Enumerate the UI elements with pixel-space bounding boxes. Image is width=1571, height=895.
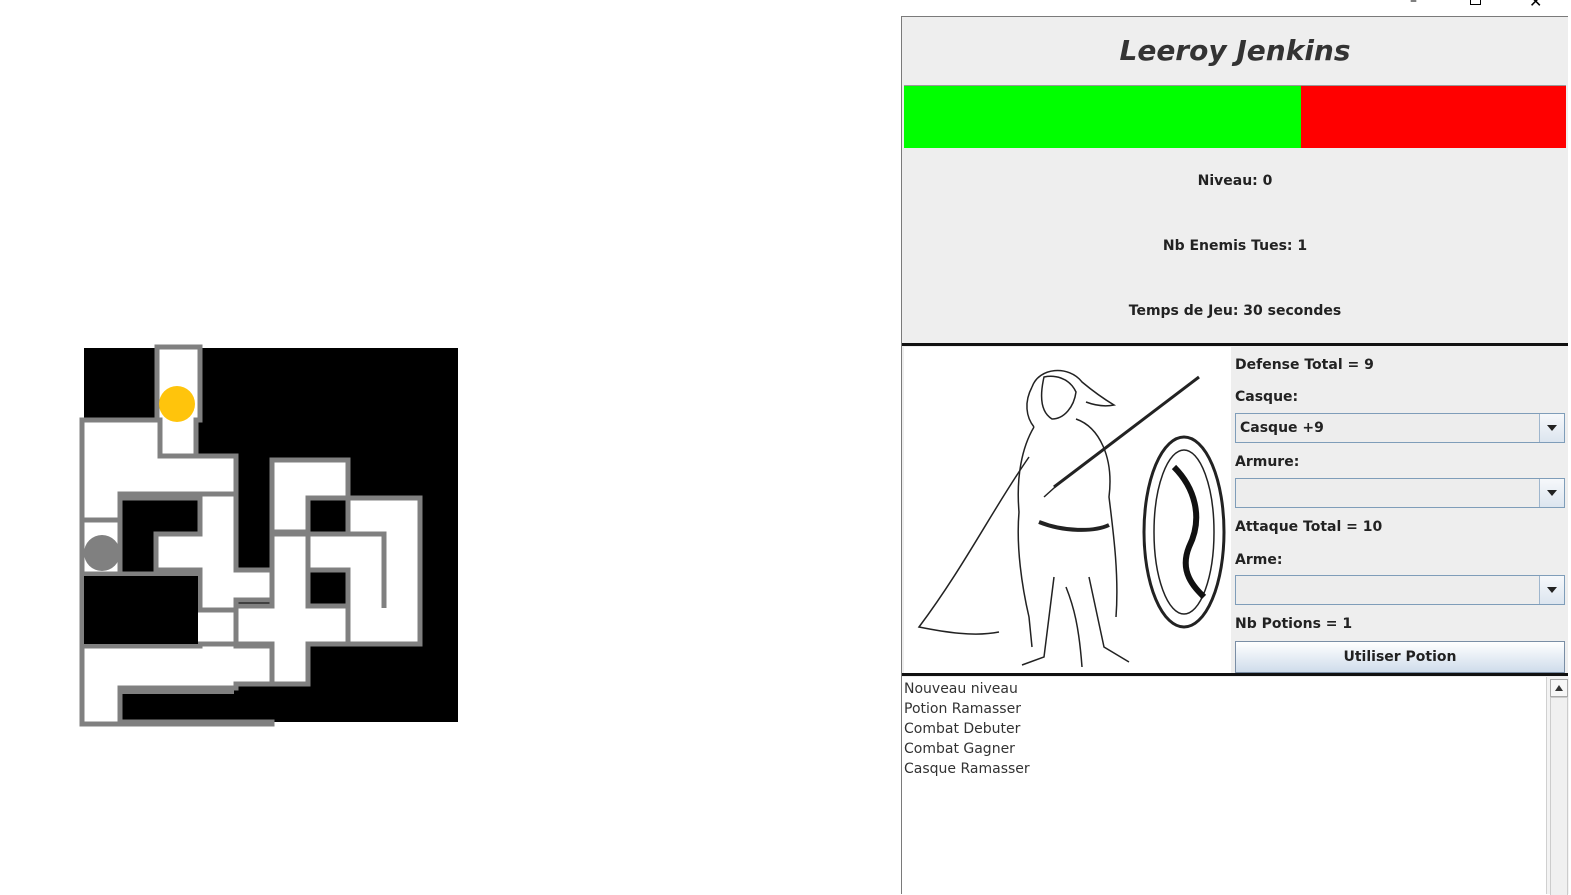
enemy-token [84,535,120,571]
helmet-select-value: Casque +9 [1240,420,1324,436]
game-side-panel: Leeroy Jenkins Niveau: 0 Nb Enemis Tues:… [901,16,1569,895]
health-bar-fill [904,86,1301,148]
health-bar-missing [1301,86,1566,148]
log-entry: Combat Gagner [904,741,1015,757]
chevron-down-icon[interactable] [1539,479,1564,507]
player-token [159,386,195,422]
weapon-label: Arme: [1235,552,1283,568]
chevron-up-icon[interactable] [1550,679,1568,697]
log-entry: Potion Ramasser [904,701,1021,717]
close-button[interactable]: ✕ [1529,0,1542,10]
attack-total: Attaque Total = 10 [1235,519,1383,535]
log-entry: Casque Ramasser [904,761,1030,777]
minimize-button[interactable]: – [1410,0,1417,8]
event-log[interactable]: Nouveau niveau Potion Ramasser Combat Debu… [902,677,1546,894]
maze-wall-block [84,576,198,644]
play-time-label: Temps de Jeu: 30 secondes [1128,303,1342,319]
hero-portrait-icon [904,347,1231,673]
health-bar [904,85,1566,148]
maximize-button[interactable] [1470,0,1481,5]
armor-label: Armure: [1235,454,1300,470]
player-name: Leeroy Jenkins [1119,33,1351,67]
chevron-down-icon[interactable] [1539,576,1564,604]
level-label: Niveau: 0 [1197,173,1273,189]
use-potion-button[interactable]: Utiliser Potion [1235,641,1565,673]
helmet-label: Casque: [1235,389,1299,405]
potion-count: Nb Potions = 1 [1235,616,1353,632]
weapon-select[interactable] [1235,575,1565,605]
chevron-down-icon[interactable] [1539,414,1564,442]
log-entry: Nouveau niveau [904,681,1018,697]
divider [902,343,1568,346]
divider [902,673,1568,676]
maze-board [79,344,458,727]
event-log-list: Nouveau niveau Potion Ramasser Combat Debu… [902,677,1546,779]
armor-select[interactable] [1235,478,1565,508]
log-scrollbar[interactable] [1546,677,1569,895]
helmet-select[interactable]: Casque +9 [1235,413,1565,443]
enemies-killed-label: Nb Enemis Tues: 1 [1162,238,1308,254]
scroll-track[interactable] [1550,697,1568,895]
defense-total: Defense Total = 9 [1235,357,1374,373]
log-entry: Combat Debuter [904,721,1021,737]
